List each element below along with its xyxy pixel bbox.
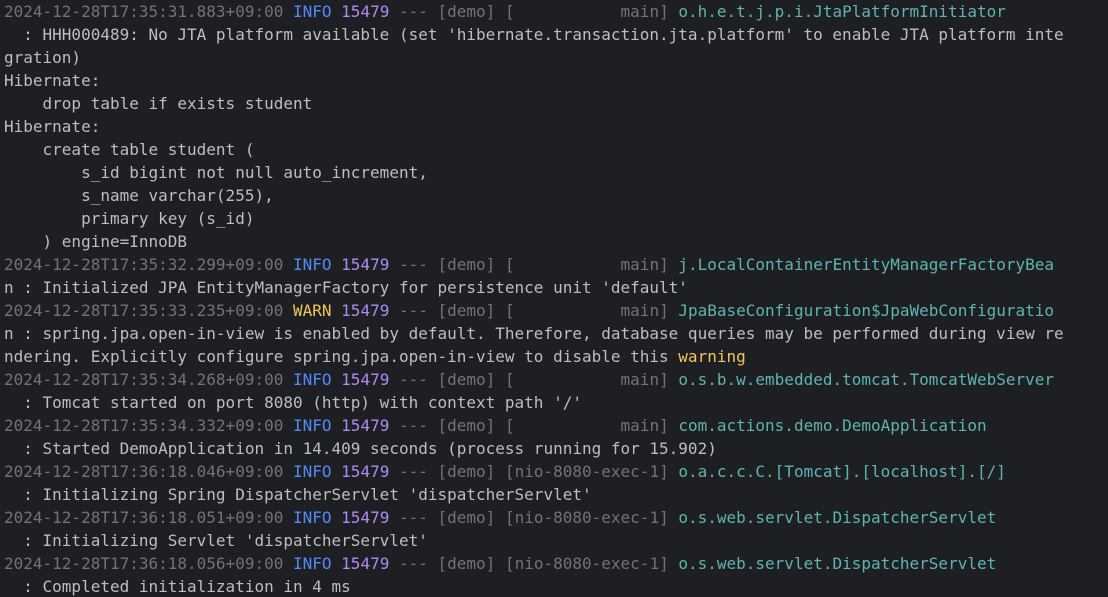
log-level: WARN [283,301,332,320]
log-message-line: : Initializing Servlet 'dispatcherServle… [4,529,1108,552]
log-message-line: Hibernate: [4,69,1108,92]
log-pid: 15479 [341,554,390,573]
log-message: drop table if exists student [4,94,313,113]
console-output[interactable]: 2024-12-28T17:35:31.883+09:00 INFO 15479… [0,0,1108,597]
log-line: 2024-12-28T17:36:18.051+09:00 INFO 15479… [4,506,1108,529]
log-thread: main] [514,370,669,389]
log-message-line: : Initializing Spring DispatcherServlet … [4,483,1108,506]
log-app-bracket: --- [demo] [ [398,462,515,481]
log-timestamp: 2024-12-28T17:35:34.268+09:00 [4,370,284,389]
log-message-line: drop table if exists student [4,92,1108,115]
log-thread: nio-8080-exec-1] [514,462,669,481]
log-message: s_name varchar(255), [4,186,274,205]
log-message-line: Hibernate: [4,115,1108,138]
log-timestamp: 2024-12-28T17:35:31.883+09:00 [4,2,284,21]
log-message: primary key (s_id) [4,209,255,228]
log-level: INFO [283,462,332,481]
log-line: 2024-12-28T17:35:32.299+09:00 INFO 15479… [4,253,1108,276]
log-level: INFO [283,416,332,435]
log-thread: nio-8080-exec-1] [514,508,669,527]
log-line: 2024-12-28T17:36:18.046+09:00 INFO 15479… [4,460,1108,483]
log-thread: nio-8080-exec-1] [514,554,669,573]
log-message: : HHH000489: No JTA platform available (… [4,25,1064,44]
log-logger: j.LocalContainerEntityManagerFactoryBea [678,255,1055,274]
log-app-bracket: --- [demo] [ [398,301,515,320]
log-logger: o.h.e.t.j.p.i.JtaPlatformInitiator [678,2,1006,21]
log-message-line: : HHH000489: No JTA platform available (… [4,23,1108,46]
log-logger: o.s.web.servlet.DispatcherServlet [678,554,997,573]
log-timestamp: 2024-12-28T17:35:34.332+09:00 [4,416,284,435]
log-level: INFO [283,554,332,573]
log-timestamp: 2024-12-28T17:36:18.046+09:00 [4,462,284,481]
log-timestamp: 2024-12-28T17:35:33.235+09:00 [4,301,284,320]
log-app-bracket: --- [demo] [ [398,2,515,21]
log-pid: 15479 [341,508,390,527]
log-level: INFO [283,508,332,527]
log-level: INFO [283,255,332,274]
log-pid: 15479 [341,255,390,274]
log-thread: main] [514,416,669,435]
log-message: gration) [4,48,82,67]
log-message-line: s_id bigint not null auto_increment, [4,161,1108,184]
log-app-bracket: --- [demo] [ [398,370,515,389]
log-message: Hibernate: [4,71,101,90]
log-message: : Initializing Spring DispatcherServlet … [4,485,592,504]
log-message-line: : Tomcat started on port 8080 (http) wit… [4,391,1108,414]
log-logger: o.s.web.servlet.DispatcherServlet [678,508,997,527]
log-app-bracket: --- [demo] [ [398,508,515,527]
log-message: create table student ( [4,140,255,159]
log-message-line: primary key (s_id) [4,207,1108,230]
log-message: : Initializing Servlet 'dispatcherServle… [4,531,428,550]
log-logger: o.s.b.w.embedded.tomcat.TomcatWebServer [678,370,1055,389]
log-level: INFO [283,2,332,21]
log-line: 2024-12-28T17:35:34.332+09:00 INFO 15479… [4,414,1108,437]
log-message: ) engine=InnoDB [4,232,188,251]
log-message: : Tomcat started on port 8080 (http) wit… [4,393,582,412]
log-message-line: : Completed initialization in 4 ms [4,575,1108,597]
log-logger: JpaBaseConfiguration$JpaWebConfiguratio [678,301,1055,320]
log-message-line: ) engine=InnoDB [4,230,1108,253]
log-message: ndering. Explicitly configure spring.jpa… [4,347,679,366]
log-app-bracket: --- [demo] [ [398,554,515,573]
log-pid: 15479 [341,2,390,21]
log-message-line: create table student ( [4,138,1108,161]
log-pid: 15479 [341,370,390,389]
log-message: s_id bigint not null auto_increment, [4,163,428,182]
log-pid: 15479 [341,416,390,435]
log-app-bracket: --- [demo] [ [398,416,515,435]
log-thread: main] [514,2,669,21]
warning-keyword: warning [678,347,746,366]
log-timestamp: 2024-12-28T17:35:32.299+09:00 [4,255,284,274]
log-level: INFO [283,370,332,389]
log-message: n : Initialized JPA EntityManagerFactory… [4,278,688,297]
log-thread: main] [514,255,669,274]
log-timestamp: 2024-12-28T17:36:18.056+09:00 [4,554,284,573]
log-line: 2024-12-28T17:36:18.056+09:00 INFO 15479… [4,552,1108,575]
log-timestamp: 2024-12-28T17:36:18.051+09:00 [4,508,284,527]
log-thread: main] [514,301,669,320]
log-message-line: gration) [4,46,1108,69]
log-line: 2024-12-28T17:35:33.235+09:00 WARN 15479… [4,299,1108,322]
log-message-line: n : spring.jpa.open-in-view is enabled b… [4,322,1108,345]
log-line: 2024-12-28T17:35:34.268+09:00 INFO 15479… [4,368,1108,391]
log-app-bracket: --- [demo] [ [398,255,515,274]
log-logger: com.actions.demo.DemoApplication [678,416,987,435]
log-pid: 15479 [341,301,390,320]
log-pid: 15479 [341,462,390,481]
log-message-line: n : Initialized JPA EntityManagerFactory… [4,276,1108,299]
log-message-line: : Started DemoApplication in 14.409 seco… [4,437,1108,460]
log-message-line: s_name varchar(255), [4,184,1108,207]
log-message: : Started DemoApplication in 14.409 seco… [4,439,717,458]
log-message: : Completed initialization in 4 ms [4,577,351,596]
log-logger: o.a.c.c.C.[Tomcat].[localhost].[/] [678,462,1006,481]
log-message-line: ndering. Explicitly configure spring.jpa… [4,345,1108,368]
log-message: n : spring.jpa.open-in-view is enabled b… [4,324,1064,343]
log-message: Hibernate: [4,117,101,136]
log-line: 2024-12-28T17:35:31.883+09:00 INFO 15479… [4,0,1108,23]
